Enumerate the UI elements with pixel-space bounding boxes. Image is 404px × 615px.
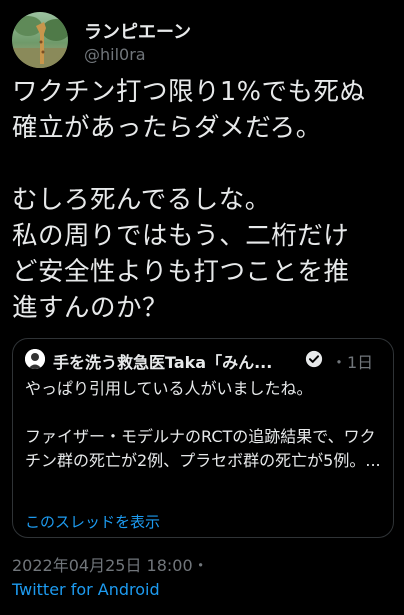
show-thread-link[interactable]: このスレッドを表示 [25,511,160,532]
giraffe-avatar-icon [12,16,68,68]
tweet-timestamp[interactable]: 2022年04月25日 18:00・ [12,552,209,576]
quoted-author-name: 手を洗う救急医Taka「みん... [53,353,273,372]
quoted-author-avatar [25,349,45,369]
tweet-header: ランピエーン @hil0ra [12,12,392,68]
author-handle[interactable]: @hil0ra [84,45,146,64]
timestamp-text[interactable]: 2022年04月25日 18:00 [12,556,193,575]
quoted-time: ・1日 [331,353,374,372]
tweet-text: ワクチン打つ限り1%でも死ぬ 確立があったらダメだろ。 むしろ死んでるしな。 私… [12,77,366,323]
verified-badge-icon [305,350,323,368]
author-display-name[interactable]: ランピエーン [84,18,191,44]
tweet-source-link[interactable]: Twitter for Android [12,580,160,599]
timestamp-separator: ・ [192,556,209,575]
quoted-tweet-card[interactable]: 手を洗う救急医Taka「みん... ・1日 やっぱり引用している人がいましたね。… [12,338,394,538]
person-avatar-icon [25,349,45,369]
author-avatar[interactable] [12,12,68,68]
quoted-tweet-text: やっぱり引用している人がいましたね。 ファイザー・モデルナのRCTの追跡結果で、… [25,379,381,470]
